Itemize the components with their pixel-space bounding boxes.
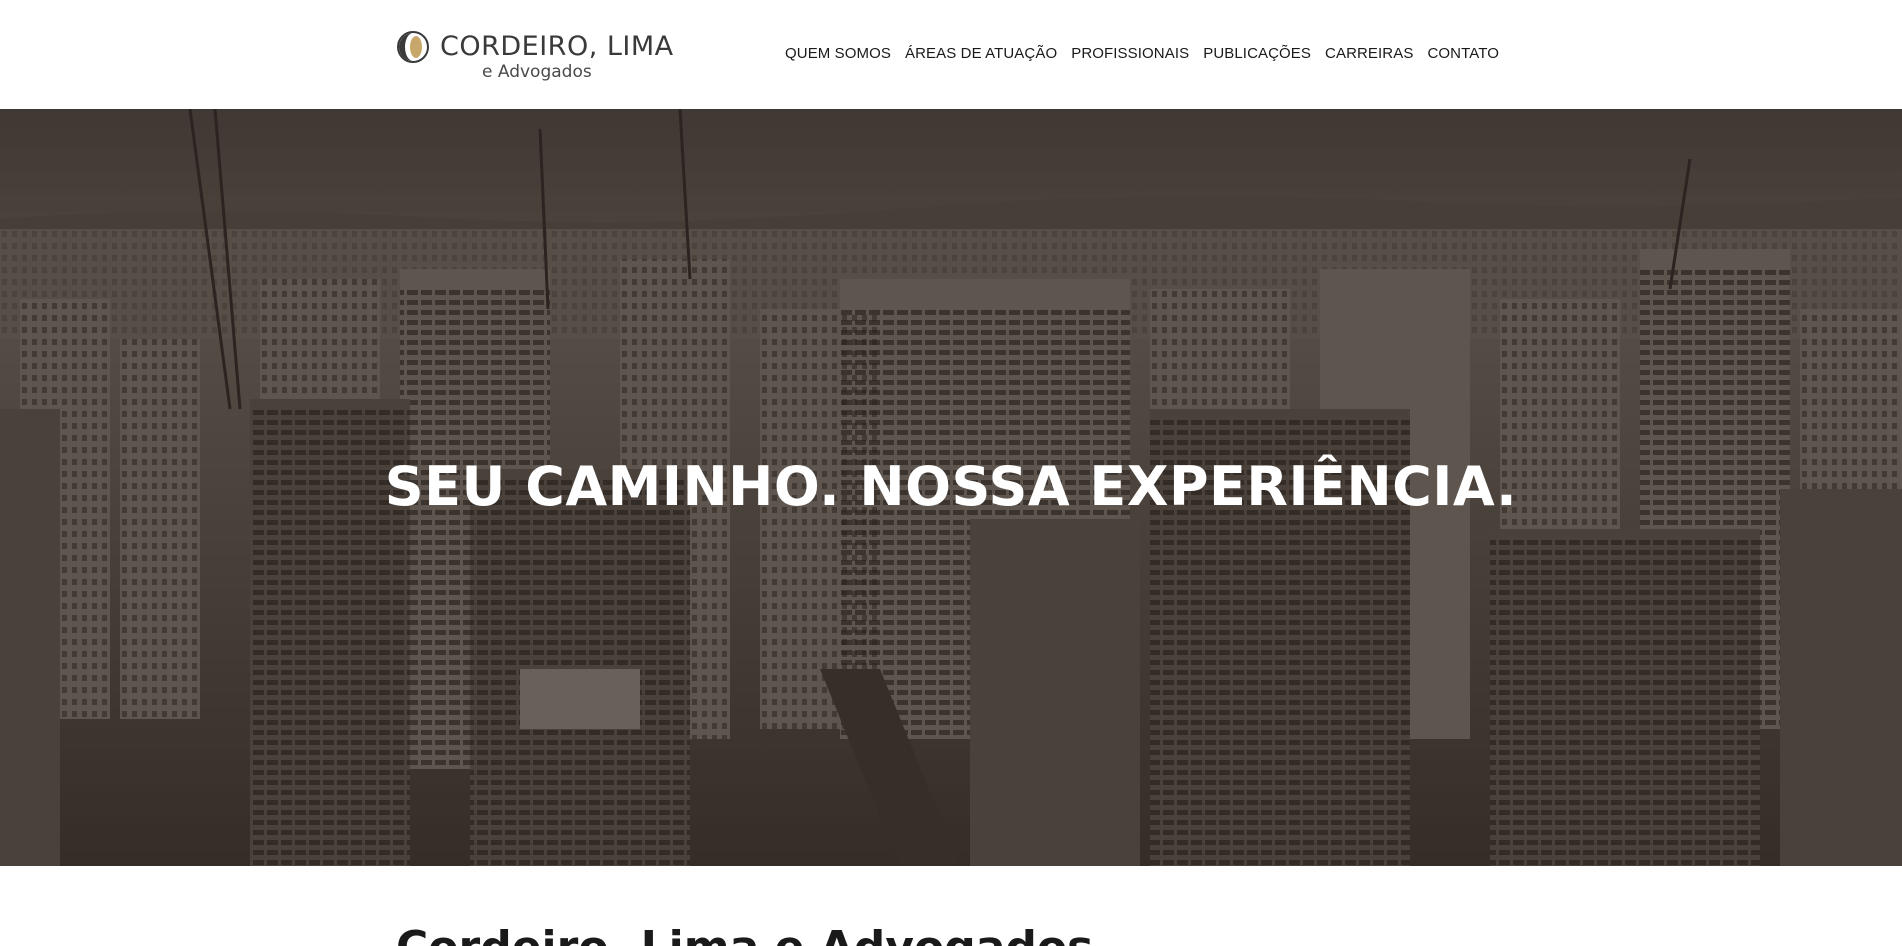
hero-banner: SEU CAMINHO. NOSSA EXPERIÊNCIA. [0,109,1902,866]
nav-item-carreiras[interactable]: CARREIRAS [1325,45,1413,62]
nav-item-publicacoes[interactable]: PUBLICAÇÕES [1203,45,1311,62]
logo-mark-icon [397,31,429,63]
main-nav: QUEM SOMOS ÁREAS DE ATUAÇÃO PROFISSIONAI… [771,45,1499,62]
hero-title: SEU CAMINHO. NOSSA EXPERIÊNCIA. [384,455,1518,518]
site-header: CORDEIRO, LIMA e Advogados QUEM SOMOS ÁR… [0,0,1902,109]
logo-name: CORDEIRO, LIMA [440,31,674,62]
nav-item-areas-de-atuacao[interactable]: ÁREAS DE ATUAÇÃO [905,45,1057,62]
intro-heading: Cordeiro, Lima e Advogados [396,922,1093,946]
logo[interactable]: CORDEIRO, LIMA e Advogados [396,28,673,84]
nav-item-quem-somos[interactable]: QUEM SOMOS [785,45,891,62]
nav-item-contato[interactable]: CONTATO [1427,45,1499,62]
nav-item-profissionais[interactable]: PROFISSIONAIS [1071,45,1189,62]
logo-subtitle: e Advogados [482,62,592,82]
